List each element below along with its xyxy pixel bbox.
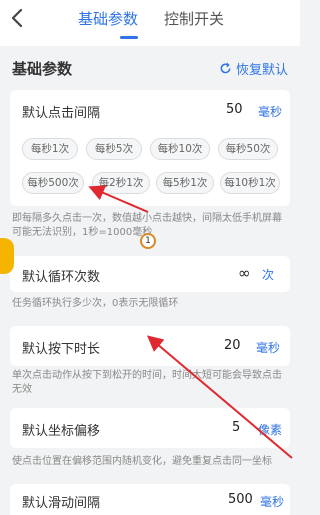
tab-basic-params[interactable]: 基础参数 bbox=[78, 8, 138, 29]
preset-chip[interactable]: 每秒1次 bbox=[22, 138, 78, 160]
swipe-label: 默认滑动间隔 bbox=[22, 496, 101, 511]
swipe-unit: 毫秒 bbox=[260, 495, 285, 509]
offset-value[interactable]: 5 bbox=[232, 420, 240, 435]
swipe-card: 默认滑动间隔 500 毫秒 bbox=[10, 484, 290, 515]
press-value[interactable]: 20 bbox=[224, 338, 241, 353]
preset-chip[interactable]: 每10秒1次 bbox=[220, 172, 280, 194]
restore-defaults-label: 恢复默认 bbox=[235, 63, 288, 78]
refresh-icon bbox=[220, 62, 231, 74]
restore-defaults-button[interactable]: 恢复默认 bbox=[219, 59, 288, 78]
interval-label: 默认点击间隔 bbox=[22, 106, 101, 121]
offset-card: 默认坐标偏移 5 像素 bbox=[10, 408, 290, 448]
press-label: 默认按下时长 bbox=[22, 342, 101, 357]
swipe-value[interactable]: 500 bbox=[228, 492, 253, 507]
loop-value[interactable]: ∞ bbox=[238, 264, 251, 282]
loop-hint: 任务循环执行多少次，0表示无限循环 bbox=[12, 298, 179, 309]
floating-emoji-icon[interactable] bbox=[0, 238, 14, 274]
interval-value[interactable]: 50 bbox=[226, 102, 243, 117]
floating-marker-button[interactable]: 1 bbox=[140, 233, 156, 249]
interval-card: 默认点击间隔 50 毫秒 每秒1次 每秒5次 每秒10次 每秒50次 每秒500… bbox=[10, 90, 290, 206]
preset-chip[interactable]: 每5秒1次 bbox=[156, 172, 214, 194]
loop-unit: 次 bbox=[262, 268, 275, 282]
tab-control-switches[interactable]: 控制开关 bbox=[164, 8, 224, 29]
preset-chip[interactable]: 每秒50次 bbox=[218, 138, 278, 160]
active-tab-indicator bbox=[120, 36, 138, 39]
press-hint: 单次点击动作从按下到松开的时间，时间太短可能会导致点击无效 bbox=[12, 370, 282, 395]
press-unit: 毫秒 bbox=[256, 341, 281, 355]
offset-hint: 使点击位置在偏移范围内随机变化，避免重复点击同一坐标 bbox=[12, 456, 272, 467]
preset-chip[interactable]: 每秒5次 bbox=[86, 138, 142, 160]
loop-card: 默认循环次数 ∞ 次 bbox=[10, 256, 290, 292]
loop-label: 默认循环次数 bbox=[22, 270, 101, 285]
offset-label: 默认坐标偏移 bbox=[22, 424, 101, 439]
interval-unit: 毫秒 bbox=[258, 105, 283, 119]
top-bar: 基础参数 控制开关 bbox=[0, 0, 300, 46]
press-card: 默认按下时长 20 毫秒 bbox=[10, 326, 290, 366]
back-icon[interactable] bbox=[6, 6, 30, 30]
preset-chip[interactable]: 每秒10次 bbox=[150, 138, 210, 160]
preset-chip[interactable]: 每2秒1次 bbox=[92, 172, 150, 194]
preset-chip[interactable]: 每秒500次 bbox=[22, 172, 84, 194]
section-title: 基础参数 bbox=[12, 60, 73, 78]
offset-unit: 像素 bbox=[258, 423, 283, 437]
